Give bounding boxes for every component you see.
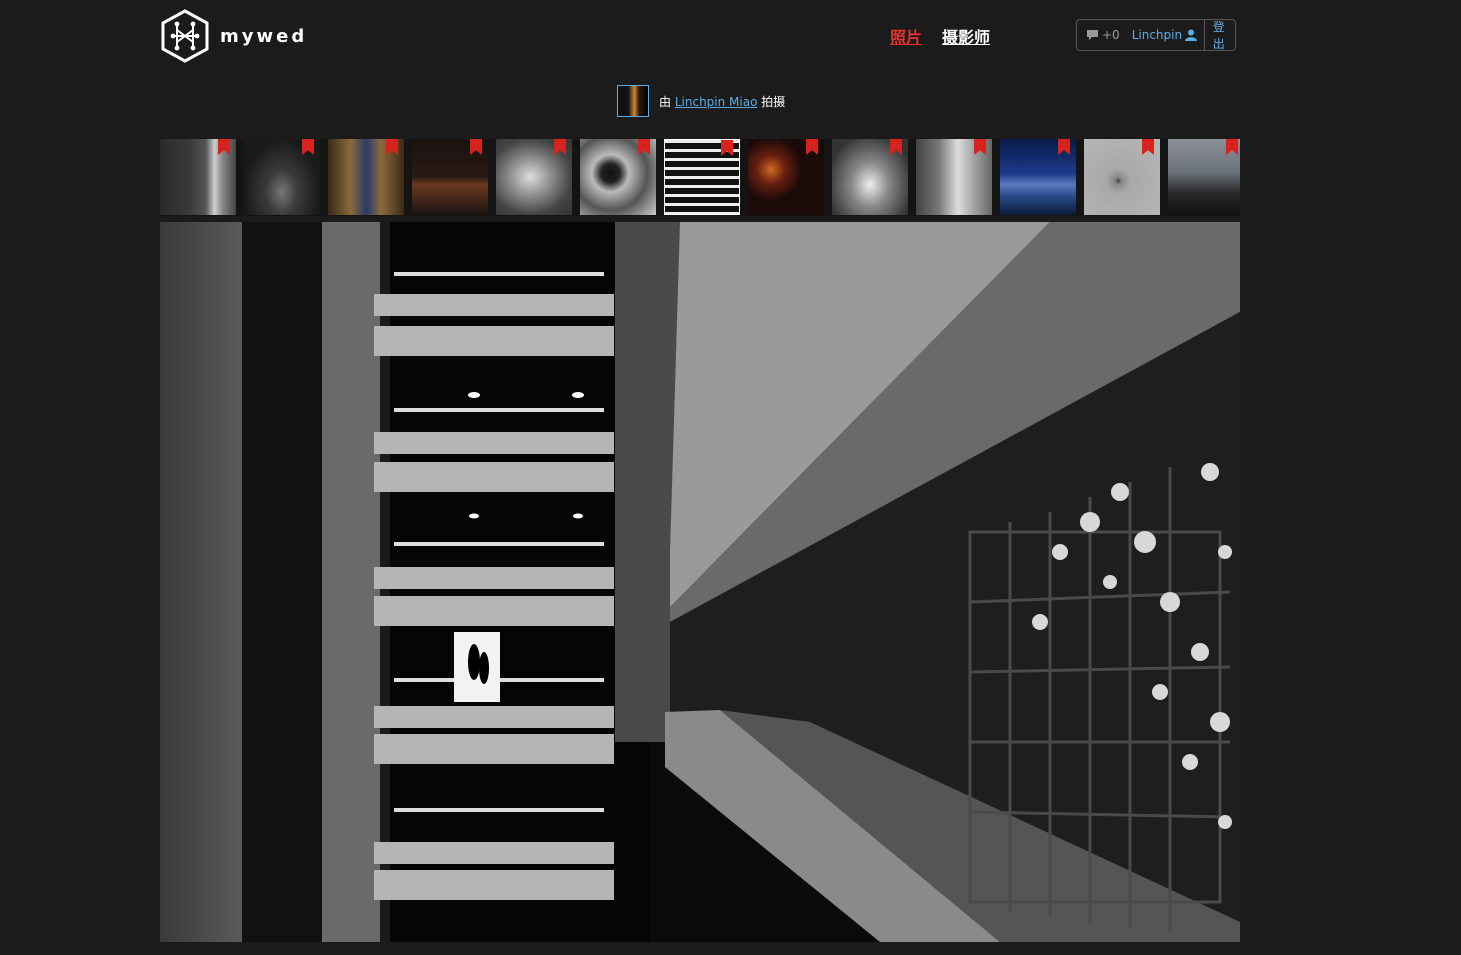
bookmark-icon[interactable] (806, 139, 818, 155)
user-profile-link[interactable]: Linchpin (1131, 28, 1198, 42)
logo-text: mywed (220, 25, 308, 47)
bookmark-icon[interactable] (638, 139, 650, 155)
bookmark-icon[interactable] (554, 139, 566, 155)
thumbnail[interactable] (1084, 139, 1160, 215)
bookmark-icon[interactable] (218, 139, 230, 155)
thumbnail[interactable] (916, 139, 992, 215)
message-count: +0 (1102, 28, 1120, 42)
thumbnail[interactable] (160, 139, 236, 215)
bookmark-icon[interactable] (1058, 139, 1070, 155)
bookmark-icon[interactable] (890, 139, 902, 155)
photographer-link[interactable]: Linchpin Miao (675, 95, 758, 109)
thumbnail-strip (160, 139, 1240, 216)
photographer-avatar[interactable] (617, 85, 649, 117)
byline-suffix: 拍摄 (761, 94, 786, 109)
main-photo[interactable] (160, 222, 1240, 942)
bookmark-icon[interactable] (1142, 139, 1154, 155)
bookmark-icon[interactable] (302, 139, 314, 155)
logout-button[interactable]: 登出 (1205, 18, 1235, 52)
user-panel: +0 Linchpin 登出 (1076, 19, 1236, 51)
site-logo[interactable]: mywed (160, 8, 307, 64)
photo-artwork (160, 222, 1240, 942)
username: Linchpin (1131, 28, 1183, 42)
messages-button[interactable]: +0 (1077, 28, 1120, 42)
message-icon (1087, 30, 1098, 40)
nav-photos[interactable]: 照片 (890, 24, 922, 48)
bookmark-icon[interactable] (1226, 139, 1238, 155)
thumbnail[interactable] (328, 139, 404, 215)
byline-prefix: 由 (659, 94, 672, 109)
thumbnail[interactable] (1168, 139, 1240, 215)
bookmark-icon[interactable] (470, 139, 482, 155)
photo-byline: 由 Linchpin Miao 拍摄 (617, 85, 785, 117)
logo-icon (161, 9, 209, 63)
thumbnail[interactable] (412, 139, 488, 215)
bookmark-icon[interactable] (386, 139, 398, 155)
main-nav: 照片 摄影师 (890, 24, 990, 48)
thumbnail[interactable] (748, 139, 824, 215)
thumbnail[interactable] (1000, 139, 1076, 215)
bookmark-icon[interactable] (974, 139, 986, 155)
thumbnail-selected[interactable] (664, 139, 740, 215)
thumbnail[interactable] (580, 139, 656, 215)
nav-photographers[interactable]: 摄影师 (942, 24, 990, 48)
thumbnail[interactable] (496, 139, 572, 215)
thumbnail[interactable] (832, 139, 908, 215)
user-icon (1185, 29, 1198, 41)
bookmark-icon[interactable] (721, 140, 733, 156)
thumbnail[interactable] (244, 139, 320, 215)
